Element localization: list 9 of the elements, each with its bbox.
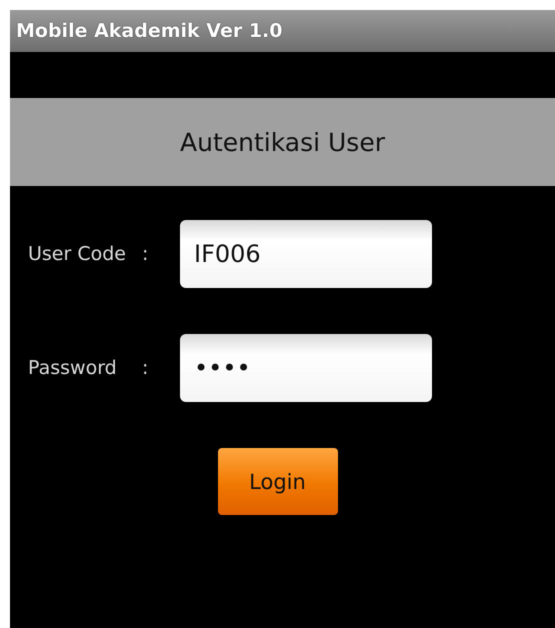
header-title: Autentikasi User bbox=[10, 98, 555, 186]
window-title: Mobile Akademik Ver 1.0 bbox=[10, 10, 555, 52]
field-label: User Code bbox=[28, 243, 127, 265]
colon-separator: : bbox=[141, 243, 150, 265]
input-field[interactable]: IF006 bbox=[180, 220, 432, 288]
input-field[interactable]: •••• bbox=[180, 334, 432, 402]
colon-separator: : bbox=[141, 357, 150, 379]
login-button[interactable]: Login bbox=[218, 448, 338, 515]
field-label: Password bbox=[28, 357, 118, 379]
